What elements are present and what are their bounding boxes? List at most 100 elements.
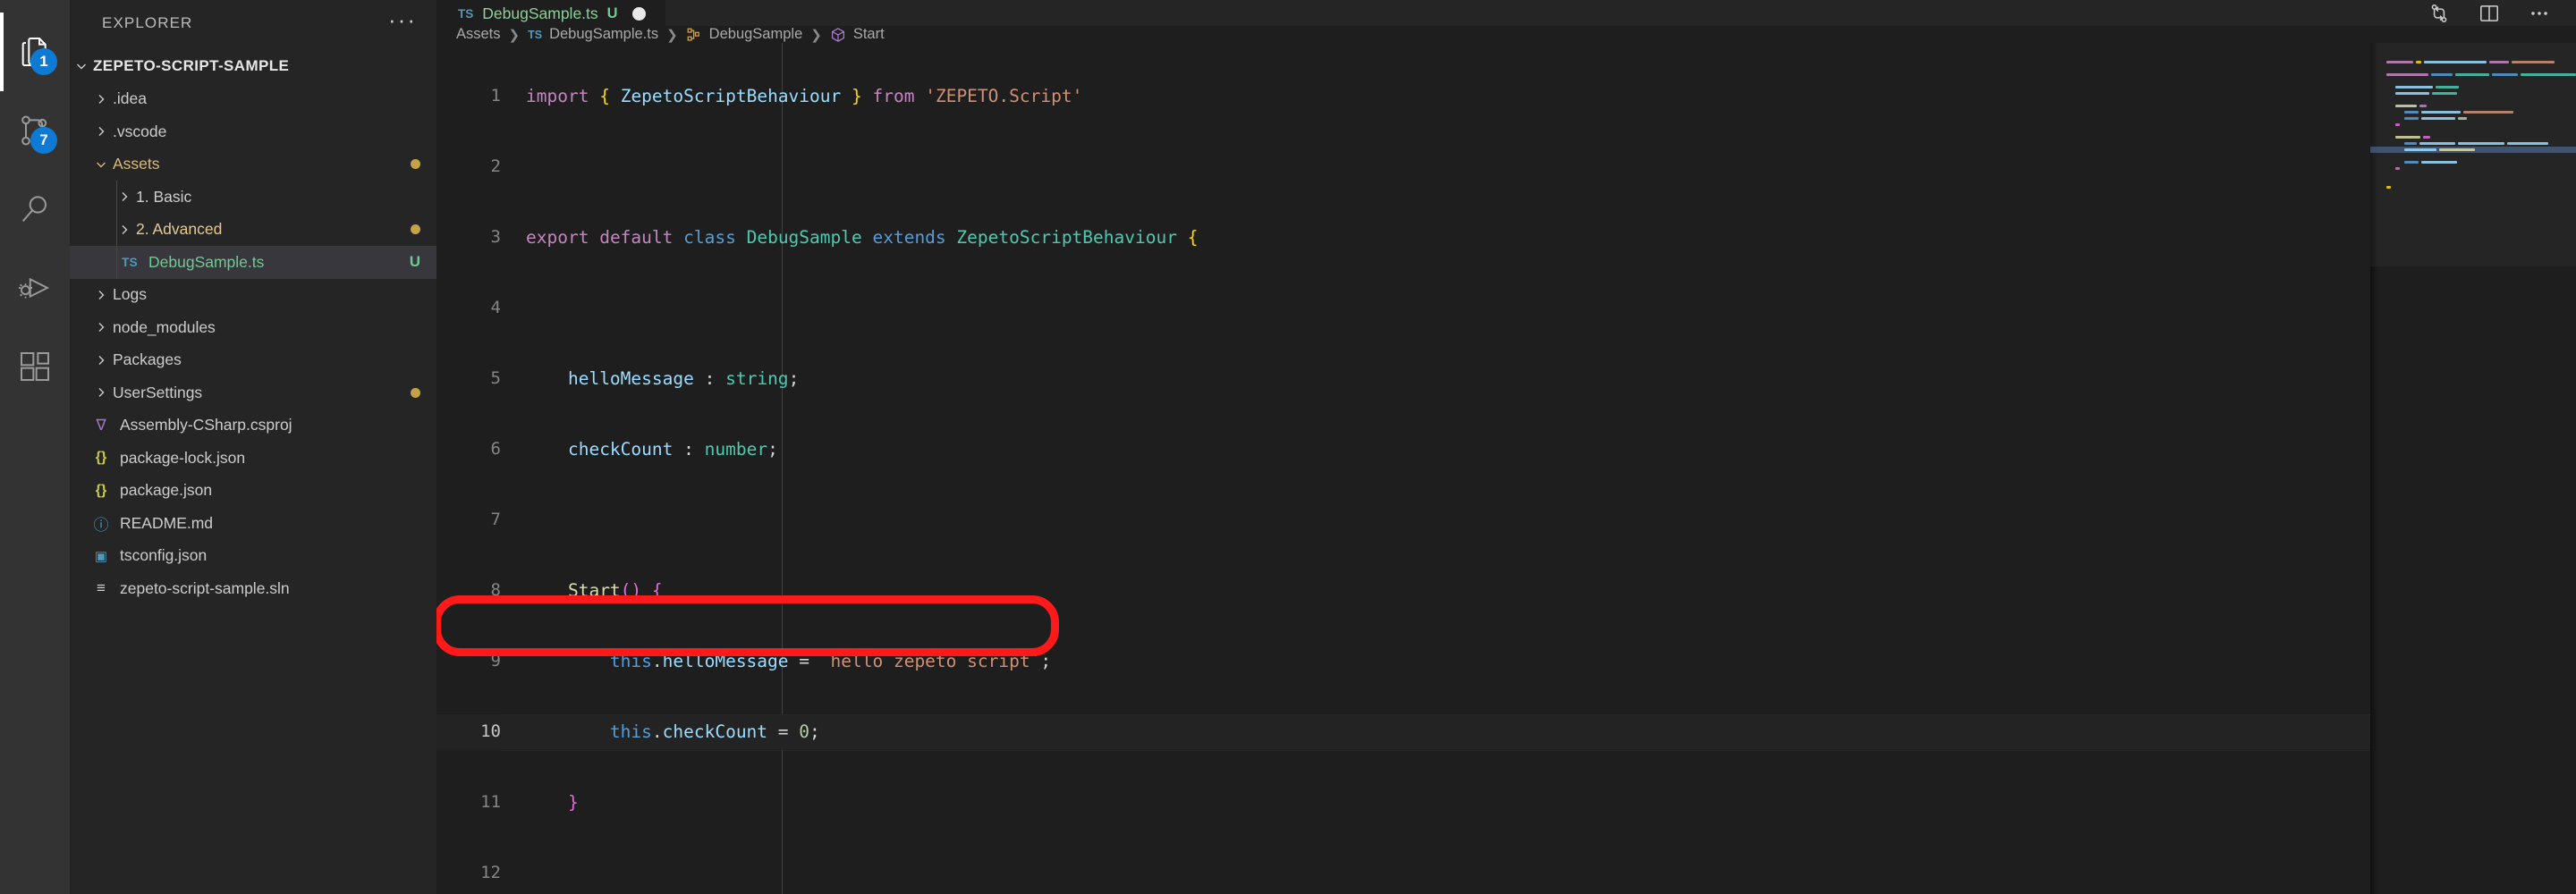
code-line[interactable]: 4 — [436, 291, 2370, 326]
indent-guide — [116, 213, 117, 246]
code-line[interactable]: 11 } — [436, 785, 2370, 821]
tree-item-debugsample-ts[interactable]: TS DebugSample.ts U — [70, 246, 436, 279]
breadcrumb-label: DebugSample — [708, 26, 803, 43]
line-text: export default class DebugSample extends… — [526, 226, 1199, 248]
code-line[interactable]: 8 Start() { — [436, 573, 2370, 609]
activity-item-extensions[interactable] — [0, 327, 70, 406]
line-number: 12 — [480, 862, 501, 882]
class-icon — [686, 27, 702, 43]
breadcrumb-label: Assets — [456, 26, 501, 43]
editor-tab-bar: TS DebugSample.ts U — [436, 0, 2576, 27]
line-text: import { ZepetoScriptBehaviour } from 'Z… — [526, 85, 1083, 106]
breadcrumb-item-start-method[interactable]: Start — [830, 26, 885, 43]
line-text: this.helloMessage = `hello zepeto script… — [609, 650, 1052, 671]
tree-item-assembly-csharp-csproj[interactable]: ∇ Assembly-CSharp.csproj — [70, 409, 436, 443]
code-line[interactable]: 3 export default class DebugSample extend… — [436, 220, 2370, 256]
unsaved-changes-dot — [411, 159, 420, 170]
chevron-right-icon — [89, 353, 113, 367]
minimap[interactable] — [2370, 43, 2576, 894]
ts-icon: TS — [458, 6, 474, 21]
breadcrumb-item-assets[interactable]: Assets — [456, 26, 501, 43]
sln-file-icon: ≡ — [97, 579, 106, 597]
activity-item-run-and-debug[interactable] — [0, 249, 70, 327]
code-line[interactable]: 1 import { ZepetoScriptBehaviour } from '… — [436, 79, 2370, 114]
tree-item-package-json[interactable]: {} package.json — [70, 475, 436, 508]
tree-item-tsconfig-json[interactable]: ▣ tsconfig.json — [70, 540, 436, 573]
explorer-badge: 1 — [30, 48, 57, 75]
line-number: 4 — [490, 297, 501, 317]
tab-git-status: U — [606, 4, 618, 21]
tree-root-label: ZEPETO-SCRIPT-SAMPLE — [93, 57, 290, 75]
code-content[interactable]: 1 import { ZepetoScriptBehaviour } from '… — [436, 43, 2370, 894]
line-text: } — [567, 791, 579, 813]
code-editor[interactable]: 1 import { ZepetoScriptBehaviour } from '… — [436, 43, 2576, 894]
editor-actions — [2428, 0, 2576, 26]
tab-dirty-indicator[interactable] — [631, 6, 646, 21]
tree-item-assets[interactable]: Assets — [70, 148, 436, 181]
tree-item-label: UserSettings — [113, 383, 203, 401]
activity-item-search[interactable] — [0, 170, 70, 249]
tree-item-label: .idea — [113, 89, 147, 108]
line-number: 10 — [480, 721, 501, 741]
run-debug-split-icon[interactable] — [2428, 2, 2451, 25]
tree-item-label: zepeto-script-sample.sln — [120, 578, 290, 597]
explorer-title: EXPLORER — [102, 14, 193, 31]
more-actions-icon[interactable] — [2528, 2, 2551, 25]
chevron-right-icon: ❯ — [666, 27, 678, 43]
csproj-file-icon: ∇ — [96, 416, 106, 434]
code-line[interactable]: 12 — [436, 856, 2370, 891]
breadcrumb-item-debugsample-class[interactable]: DebugSample — [686, 26, 803, 43]
unsaved-changes-dot — [411, 224, 420, 235]
tree-item-vscode[interactable]: .vscode — [70, 115, 436, 148]
run-and-debug-icon — [18, 277, 50, 299]
chevron-right-icon: ❯ — [508, 27, 521, 43]
tree-item-label: .vscode — [113, 122, 167, 140]
line-text: helloMessage : string; — [567, 367, 800, 389]
code-line[interactable]: 9 this.helloMessage = `hello zepeto scri… — [436, 644, 2370, 679]
method-icon — [830, 27, 846, 43]
tree-item-readme-md[interactable]: ⓘ README.md — [70, 507, 436, 540]
tree-item-package-lock-json[interactable]: {} package-lock.json — [70, 442, 436, 475]
json-file-icon: {} — [95, 482, 107, 498]
extensions-icon — [21, 352, 50, 381]
line-number: 7 — [490, 509, 501, 529]
tree-item-label: node_modules — [113, 317, 216, 336]
ts-icon: TS — [528, 28, 543, 41]
code-scroll-area[interactable]: 1 import { ZepetoScriptBehaviour } from '… — [436, 43, 2370, 894]
tree-item-label: Packages — [113, 350, 182, 369]
code-line[interactable]: 6 checkCount : number; — [436, 432, 2370, 468]
explorer-more-actions-icon[interactable]: ··· — [388, 8, 417, 32]
activity-item-source-control[interactable]: 7 — [0, 91, 70, 170]
code-line-current[interactable]: 10 this.checkCount = 0; — [436, 713, 2370, 751]
tree-item-node-modules[interactable]: node_modules — [70, 311, 436, 344]
tree-item-2-advanced[interactable]: 2. Advanced — [70, 213, 436, 246]
code-line[interactable]: 2 — [436, 149, 2370, 185]
tree-item-label: tsconfig.json — [120, 546, 208, 565]
line-number: 9 — [490, 650, 501, 670]
code-line[interactable]: 7 — [436, 502, 2370, 538]
readme-file-icon: ⓘ — [93, 516, 109, 534]
minimap-slider[interactable] — [2370, 43, 2576, 266]
tree-item-idea[interactable]: .idea — [70, 83, 436, 116]
chevron-down-icon — [70, 59, 93, 73]
git-status-badge: U — [409, 253, 420, 271]
explorer-header: EXPLORER ··· — [70, 0, 436, 46]
line-number: 2 — [490, 156, 501, 176]
breadcrumb-label: DebugSample.ts — [549, 26, 659, 43]
breadcrumb-item-debugsample-ts[interactable]: TS DebugSample.ts — [528, 26, 658, 43]
tree-root-zepeto-script-sample[interactable]: ZEPETO-SCRIPT-SAMPLE — [70, 50, 436, 83]
tree-item-1-basic[interactable]: 1. Basic — [70, 181, 436, 214]
tree-item-logs[interactable]: Logs — [70, 279, 436, 312]
tree-item-zepeto-script-sample-sln[interactable]: ≡ zepeto-script-sample.sln — [70, 572, 436, 605]
split-editor-icon[interactable] — [2478, 2, 2501, 25]
file-tree: ZEPETO-SCRIPT-SAMPLE .idea .vscode Asset… — [70, 46, 436, 605]
tree-item-label: package.json — [120, 481, 213, 500]
tree-item-label: DebugSample.ts — [148, 252, 265, 271]
tree-item-packages[interactable]: Packages — [70, 344, 436, 377]
code-line[interactable]: 5 helloMessage : string; — [436, 361, 2370, 397]
tree-item-usersettings[interactable]: UserSettings — [70, 376, 436, 409]
activity-item-explorer[interactable]: 1 — [0, 13, 70, 91]
line-number: 6 — [490, 438, 501, 459]
line-text: this.checkCount = 0; — [609, 721, 820, 742]
tab-debugsample-ts[interactable]: TS DebugSample.ts U — [436, 0, 665, 27]
